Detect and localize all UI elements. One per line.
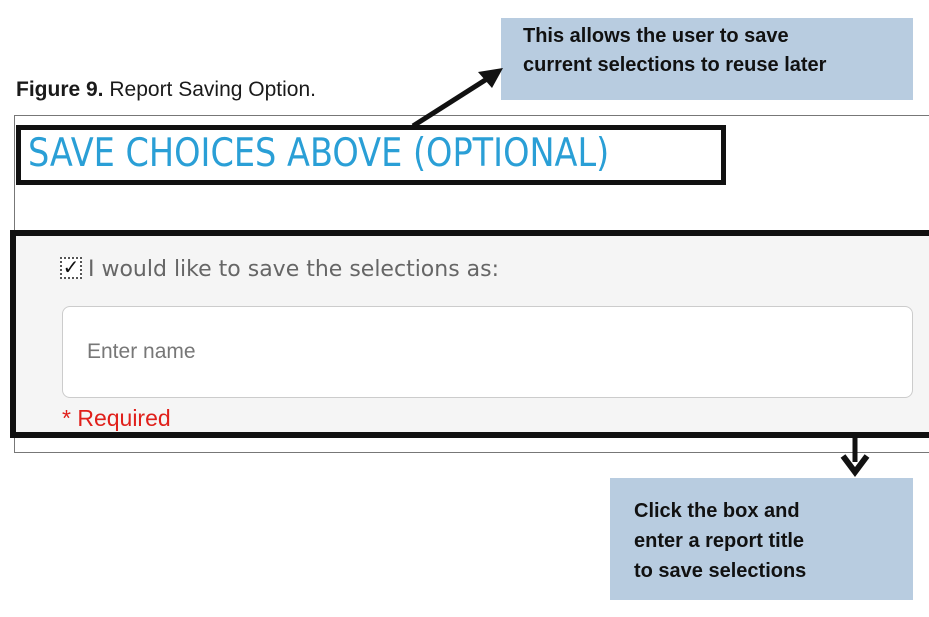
callout-bottom-line-3: to save selections: [634, 560, 807, 582]
save-selections-checkbox[interactable]: ✓: [60, 257, 82, 279]
required-indicator: * Required: [62, 405, 171, 431]
callout-click-box: Click the box and enter a report title t…: [610, 478, 913, 600]
report-name-input[interactable]: [62, 306, 913, 398]
callout-bottom-line-1: Click the box and: [634, 500, 800, 522]
callout-save-info: This allows the user to save current sel…: [501, 18, 913, 100]
figure-label: Figure 9.: [16, 78, 104, 101]
figure-caption: Figure 9. Report Saving Option.: [16, 78, 316, 102]
figure-caption-text: Report Saving Option.: [103, 78, 316, 101]
save-selections-label[interactable]: I would like to save the selections as:: [88, 257, 499, 282]
callout-top-line-2: current selections to reuse later: [523, 54, 827, 76]
callout-bottom-line-2: enter a report title: [634, 530, 805, 552]
checkbox-checked-icon: ✓: [62, 257, 80, 279]
section-title: SAVE CHOICES ABOVE (OPTIONAL): [28, 131, 610, 176]
callout-top-line-1: This allows the user to save: [523, 25, 789, 47]
